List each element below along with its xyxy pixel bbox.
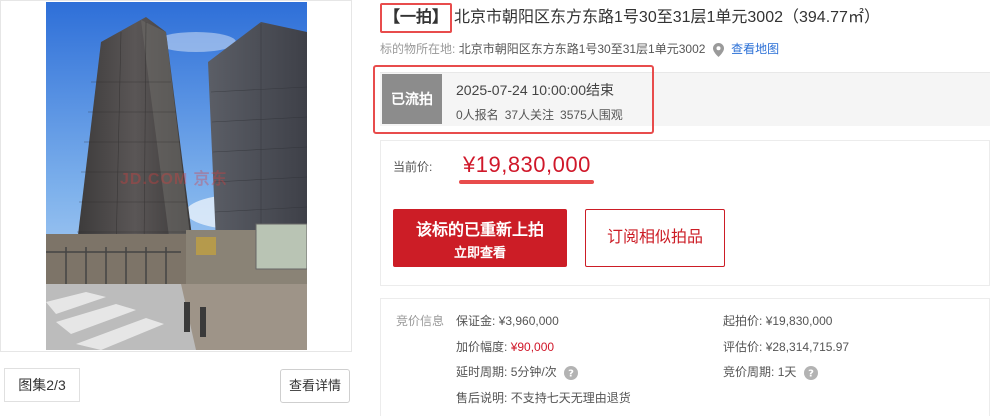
listing-title: 北京市朝阳区东方东路1号30至31层1单元3002（394.77㎡） <box>454 9 880 26</box>
watermark: JD.COM 京东 <box>120 171 228 188</box>
svg-text:?: ? <box>568 368 574 379</box>
appraisal-row: 评估价: ¥28,314,715.97 <box>723 338 849 355</box>
increment-label: 加价幅度: <box>456 340 508 354</box>
current-price-label: 当前价: <box>393 160 433 174</box>
deposit-row: 保证金: ¥3,960,000 <box>456 312 559 329</box>
deposit-label: 保证金: <box>456 314 496 328</box>
relisted-view-button[interactable]: 该标的已重新上拍 立即查看 <box>393 209 567 267</box>
delay-row: 延时周期: 5分钟/次 ? <box>456 363 579 380</box>
location-address: 北京市朝阳区东方东路1号30至31层1单元3002 <box>458 42 706 56</box>
price-highlight-underline <box>459 180 594 184</box>
bid-period-label: 竞价周期: <box>723 365 775 379</box>
svg-text:?: ? <box>808 368 814 379</box>
listing-title-row: 【一拍】 北京市朝阳区东方东路1号30至31层1单元3002（394.77㎡） <box>380 3 992 33</box>
auction-end-time: 2025-07-24 10:00:00结束 <box>456 82 614 98</box>
location-row: 标的物所在地: 北京市朝阳区东方东路1号30至31层1单元3002 查看地图 <box>380 40 779 57</box>
followers-count: 37人关注 <box>504 108 555 122</box>
bid-period-value: 1天 <box>777 365 797 379</box>
start-price-label: 起拍价: <box>723 314 763 328</box>
delay-help-icon[interactable]: ? <box>564 365 579 380</box>
view-details-button[interactable]: 查看详情 <box>280 369 350 403</box>
relist-button-subtitle: 立即查看 <box>453 245 506 260</box>
delay-label: 延时周期: <box>456 365 508 379</box>
auction-round-tag: 【一拍】 <box>380 3 453 33</box>
deposit-value: ¥3,960,000 <box>498 314 559 328</box>
bid-period-row: 竞价周期: 1天 ? <box>723 363 818 380</box>
increment-value: ¥90,000 <box>510 340 555 354</box>
relist-button-title: 该标的已重新上拍 <box>415 222 544 239</box>
bidding-info-label: 竞价信息 <box>396 314 445 328</box>
delay-value: 5分钟/次 <box>510 365 557 379</box>
subscribe-similar-button[interactable]: 订阅相似拍品 <box>585 209 725 267</box>
watchers-count: 3575人围观 <box>560 108 623 122</box>
start-price-row: 起拍价: ¥19,830,000 <box>723 312 832 329</box>
status-badge: 已流拍 <box>382 74 442 124</box>
appraisal-label: 评估价: <box>723 340 763 354</box>
registered-count: 0人报名 <box>456 108 499 122</box>
current-price-value: ¥19,830,000 <box>463 152 591 177</box>
aftersale-label: 售后说明: <box>456 391 508 405</box>
gallery-counter: 图集2/3 <box>4 368 80 402</box>
appraisal-value: ¥28,314,715.97 <box>765 340 850 354</box>
location-label: 标的物所在地: <box>380 42 456 56</box>
aftersale-row: 售后说明: 不支持七天无理由退货 <box>456 389 631 406</box>
auction-stats: 0人报名 37人关注 3575人围观 <box>456 106 629 123</box>
aftersale-value: 不支持七天无理由退货 <box>510 391 631 405</box>
view-map-link[interactable]: 查看地图 <box>731 42 779 56</box>
map-pin-icon <box>712 42 724 57</box>
period-help-icon[interactable]: ? <box>803 365 818 380</box>
start-price-value: ¥19,830,000 <box>765 314 833 328</box>
increment-row: 加价幅度: ¥90,000 <box>456 338 554 355</box>
